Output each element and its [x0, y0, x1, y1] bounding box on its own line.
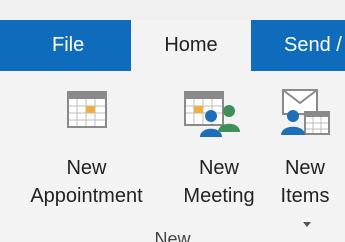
ribbon-home-panel: New Appointment New Meeting New Items: [0, 71, 345, 242]
new-meeting-label-line1: New: [198, 157, 239, 179]
calendar-icon: [67, 91, 107, 128]
new-items-dropdown[interactable]: New Items: [265, 71, 345, 228]
chevron-down-icon: [302, 222, 311, 228]
new-items-label-line1: New: [284, 157, 325, 179]
tab-home[interactable]: Home: [131, 20, 251, 71]
ribbon-group-label: New: [154, 229, 191, 242]
new-items-label-line2: Items: [280, 185, 330, 207]
new-appointment-button[interactable]: New Appointment: [0, 71, 173, 221]
ribbon-tab-bar: File Home Send /: [0, 20, 345, 71]
meeting-calendar-icon: [184, 91, 240, 137]
new-meeting-label-line2: Meeting: [183, 185, 255, 207]
title-strip: [0, 0, 345, 20]
new-appointment-label-line1: New: [66, 157, 107, 179]
new-items-icon: [281, 89, 330, 135]
tab-file[interactable]: File: [52, 20, 84, 71]
new-appointment-label-line2: Appointment: [30, 185, 143, 207]
new-meeting-button[interactable]: New Meeting: [173, 71, 265, 221]
tab-send-receive[interactable]: Send /: [284, 20, 342, 71]
